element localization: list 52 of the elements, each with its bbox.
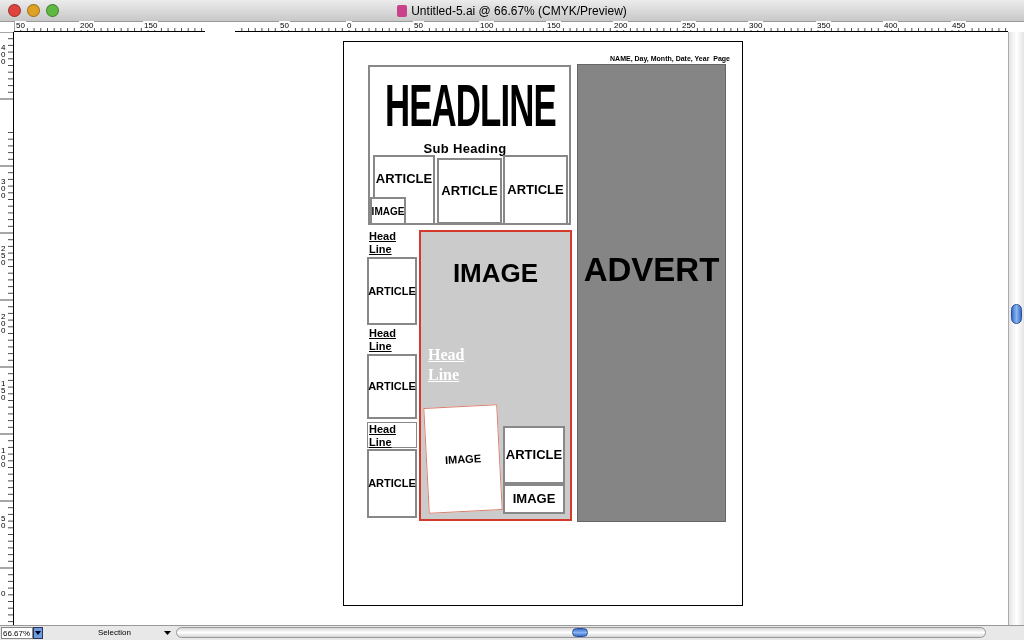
caret-icon	[164, 631, 171, 635]
ruler-label: 150	[1, 380, 7, 401]
ruler-label: 150	[546, 21, 562, 30]
ruler-label: 200	[1, 313, 7, 334]
ruler-label: 0	[1, 590, 7, 597]
ruler-label: 100	[1, 447, 7, 468]
article-frame: ARTICLE	[503, 155, 568, 225]
ruler-label: 400	[883, 21, 899, 30]
ruler-label: 250	[1, 245, 7, 266]
zoom-dropdown-button[interactable]	[33, 627, 43, 639]
ruler-label: 150	[143, 21, 159, 30]
horizontal-scrollbar[interactable]	[176, 627, 986, 638]
subheading-text: Sub Heading	[422, 140, 508, 155]
article-frame: ARTICLE	[437, 158, 502, 224]
ruler-label: 450	[951, 21, 967, 30]
image-frame: IMAGE	[423, 404, 503, 514]
ruler-label: 300	[1, 178, 7, 199]
article-frame: ARTICLE	[503, 426, 565, 484]
window-title: Untitled-5.ai @ 66.67% (CMYK/Preview)	[411, 3, 627, 20]
zoom-field[interactable]: 66.67%	[1, 627, 33, 639]
vertical-scrollbar[interactable]	[1008, 32, 1024, 625]
minimize-button[interactable]	[27, 4, 40, 17]
article-frame: ARTICLE	[367, 449, 417, 518]
article-frame: ARTICLE	[367, 257, 417, 325]
ruler-label: 0	[346, 21, 353, 30]
zoom-button[interactable]	[46, 4, 59, 17]
head-line-text: Head Line	[369, 230, 397, 256]
ruler-label: 200	[613, 21, 629, 30]
image-frame: IMAGE	[370, 197, 406, 225]
close-button[interactable]	[8, 4, 21, 17]
advert-panel: ADVERT	[577, 64, 726, 522]
ruler-label: 100	[479, 21, 495, 30]
tool-dropdown[interactable]: Selection	[55, 627, 171, 639]
ruler-label: 300	[748, 21, 764, 30]
ruler-label: 50	[413, 21, 424, 30]
caret-icon	[35, 631, 41, 635]
ruler-label: 50	[15, 21, 26, 30]
ruler-label: 400	[1, 44, 7, 65]
ruler-label: 350	[816, 21, 832, 30]
image-frame: IMAGE	[503, 484, 565, 514]
headline-text: HEADLINE	[384, 76, 556, 136]
article-frame: ARTICLE	[367, 354, 417, 419]
scroll-thumb[interactable]	[572, 628, 588, 637]
head-line-text: Head Line	[367, 422, 417, 448]
ruler-label: 50	[279, 21, 290, 30]
ruler-label: 200	[79, 21, 95, 30]
ruler-label: 50	[1, 515, 7, 529]
head-line-text: Head Line	[369, 327, 397, 353]
ruler-label: 250	[681, 21, 697, 30]
document-icon	[397, 5, 408, 17]
scroll-thumb[interactable]	[1011, 304, 1022, 324]
image-label: IMAGE	[452, 258, 539, 288]
